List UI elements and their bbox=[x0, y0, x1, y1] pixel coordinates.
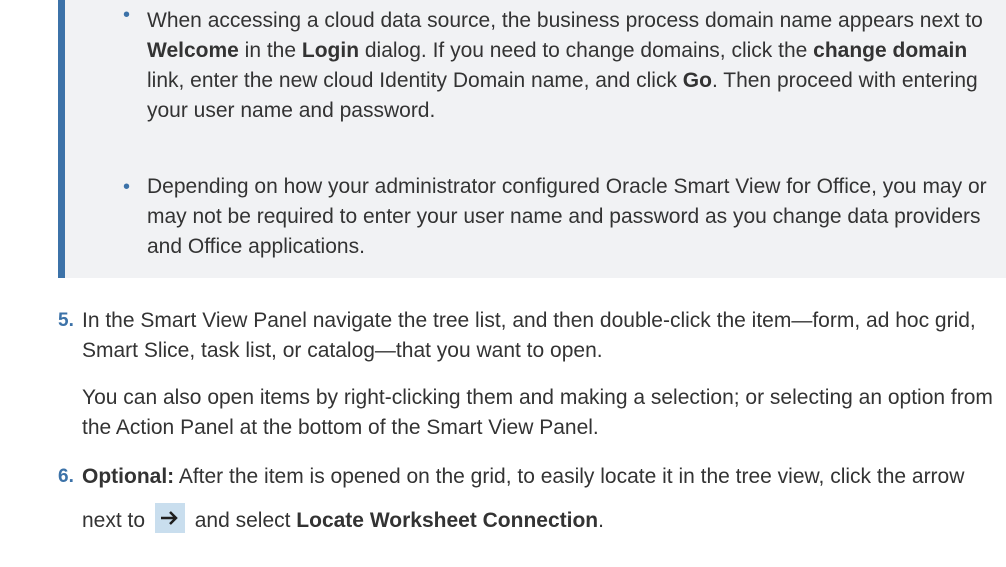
right-arrow-icon bbox=[160, 511, 178, 525]
step-text-mid: and select bbox=[188, 509, 297, 532]
bold-term: Welcome bbox=[147, 39, 239, 62]
step-number: 5. bbox=[58, 310, 74, 331]
step-number: 6. bbox=[58, 466, 74, 487]
text-run: When accessing a cloud data source, the … bbox=[147, 9, 983, 32]
note-bullet-text: When accessing a cloud data source, the … bbox=[147, 6, 997, 126]
note-box: • When accessing a cloud data source, th… bbox=[58, 0, 1006, 278]
bold-term: Go bbox=[682, 69, 712, 92]
bold-term: change domain bbox=[813, 39, 968, 62]
step-text-after: . bbox=[598, 509, 604, 532]
arrow-button[interactable] bbox=[154, 503, 185, 533]
bold-term: Login bbox=[301, 39, 360, 62]
step-text: Optional: After the item is opened on th… bbox=[82, 455, 1002, 543]
text-run: dialog. If you need to change domains, c… bbox=[359, 39, 814, 62]
text-run: in the bbox=[238, 39, 302, 62]
bullet-dot: • bbox=[123, 176, 131, 198]
optional-label: Optional: bbox=[82, 465, 175, 488]
bullet-dot: • bbox=[123, 4, 131, 26]
locate-worksheet-connection-label: Locate Worksheet Connection bbox=[296, 509, 599, 532]
note-bullet-text: Depending on how your administrator conf… bbox=[147, 172, 997, 262]
text-run: Depending on how your administrator conf… bbox=[147, 175, 987, 258]
text-run: link, enter the new cloud Identity Domai… bbox=[147, 69, 683, 92]
step-followup-text: You can also open items by right-clickin… bbox=[82, 386, 993, 439]
step-text: In the Smart View Panel navigate the tre… bbox=[82, 309, 976, 362]
